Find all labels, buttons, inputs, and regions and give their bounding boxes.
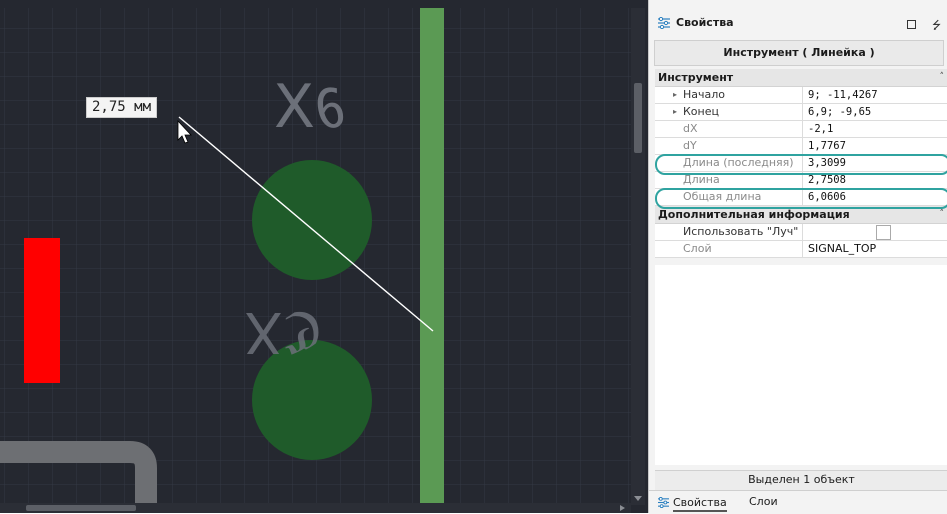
copper-trace	[420, 8, 444, 504]
selection-status: Выделен 1 объект	[655, 470, 947, 490]
property-value[interactable]: 9; -11,4267	[803, 87, 947, 103]
round-pad-top	[252, 160, 372, 280]
highlight-total-length	[655, 188, 947, 209]
vertical-scroll-thumb[interactable]	[634, 83, 642, 153]
expand-arrow-icon[interactable]: ▸	[673, 87, 677, 103]
pcb-canvas[interactable]: ∂X ℭX 2,75 мм	[0, 0, 648, 513]
panel-tabs: Свойства Слои	[649, 490, 947, 514]
horizontal-scroll-thumb[interactable]	[26, 505, 136, 511]
property-row-layer[interactable]: Слой SIGNAL_TOP	[655, 241, 947, 258]
properties-icon	[658, 17, 670, 29]
maximize-icon[interactable]	[907, 20, 916, 29]
panel-title: Свойства	[676, 16, 734, 29]
panel-titlebar: Свойства ⭍	[649, 12, 947, 36]
property-row-use-ray[interactable]: Использовать "Луч"	[655, 224, 947, 241]
property-name: Использовать "Луч"	[655, 224, 803, 240]
property-name: dX	[655, 121, 803, 137]
property-name: dY	[655, 138, 803, 154]
property-row-end[interactable]: ▸ Конец 6,9; -9,65	[655, 104, 947, 121]
scroll-right-arrow-icon[interactable]	[620, 505, 625, 511]
properties-panel: Свойства ⭍ Инструмент ( Линейка ) Инстру…	[648, 0, 947, 514]
property-row-start[interactable]: ▸ Начало 9; -11,4267	[655, 87, 947, 104]
property-name: Конец	[683, 105, 719, 118]
silk-text-top: ∂X	[274, 72, 346, 142]
category-tool[interactable]: Инструмент ˄	[655, 69, 947, 87]
horizontal-scrollbar[interactable]	[0, 503, 631, 513]
pin-icon[interactable]: ⭍	[932, 17, 941, 36]
category-label: Инструмент	[658, 71, 734, 84]
scroll-down-arrow-icon[interactable]	[634, 496, 642, 501]
properties-icon	[658, 496, 669, 509]
property-value[interactable]: SIGNAL_TOP	[803, 241, 947, 257]
tab-properties-label: Свойства	[673, 496, 727, 512]
tool-header: Инструмент ( Линейка )	[654, 40, 944, 66]
property-name: Слой	[655, 241, 803, 257]
red-pad	[24, 238, 60, 383]
highlight-last-length	[655, 154, 947, 175]
collapse-icon[interactable]: ˄	[940, 69, 945, 86]
grid-empty-area	[655, 265, 947, 465]
category-label: Дополнительная информация	[658, 208, 850, 221]
tab-properties[interactable]: Свойства	[657, 495, 727, 512]
property-value: -2,1	[808, 123, 834, 135]
silk-text-mid: ℭX	[244, 299, 322, 364]
measure-label: 2,75 мм	[86, 97, 158, 118]
vertical-scrollbar[interactable]	[631, 8, 645, 505]
pcb-drawing: ∂X ℭX	[0, 0, 648, 513]
use-ray-checkbox[interactable]	[876, 225, 891, 240]
property-name: Начало	[683, 88, 726, 101]
property-value: 1,7767	[808, 140, 846, 152]
property-row-dx[interactable]: dX -2,1	[655, 121, 947, 138]
tab-layers[interactable]: Слои	[749, 495, 778, 508]
expand-arrow-icon[interactable]: ▸	[673, 104, 677, 120]
property-value[interactable]: 6,9; -9,65	[803, 104, 947, 120]
property-row-dy[interactable]: dY 1,7767	[655, 138, 947, 155]
